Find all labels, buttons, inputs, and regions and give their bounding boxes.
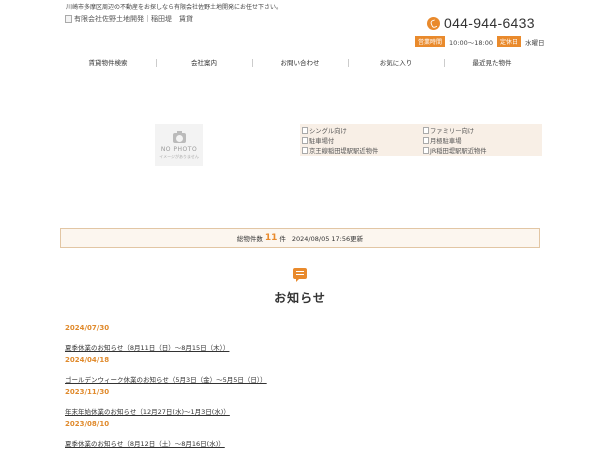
property-count: 11 [264, 233, 278, 243]
hours-label-badge: 営業時間 [415, 36, 446, 47]
site-logo[interactable]: 有限会社佐野土地開発｜稲田堤 賃貸 [65, 14, 193, 24]
news-date: 2023/11/30 [65, 388, 110, 396]
news-link[interactable]: ゴールデンウィーク休業のお知らせ（5月3日（金）～5月5日（日）） [65, 375, 267, 386]
no-photo-subtitle: イメージがありません [159, 154, 199, 159]
news-link[interactable]: 夏季休業のお知らせ（8月12日（土）～8月16日(水)） [65, 439, 225, 450]
speech-bubble-icon [293, 268, 307, 282]
category-label: 月極駐車場 [430, 137, 462, 145]
news-link[interactable]: 夏季休業のお知らせ（8月11日（日）～8月15日（木）） [65, 343, 229, 354]
site-tagline: 川崎市多摩区周辺の不動産をお探しなら有限会社佐野土地開発にお任せ下さい。 [66, 4, 283, 11]
broken-image-icon [423, 126, 429, 134]
broken-image-icon [423, 146, 429, 154]
news-date: 2023/08/10 [65, 420, 110, 428]
broken-image-icon [65, 15, 72, 23]
category-label: 駐車場付 [309, 137, 335, 145]
news-date: 2024/04/18 [65, 356, 110, 364]
updated-timestamp: 2024/08/05 17:56更新 [291, 235, 364, 243]
nav-item-favorites[interactable]: お気に入り [348, 55, 444, 71]
broken-image-icon [302, 146, 308, 154]
news-date: 2024/07/30 [65, 324, 110, 332]
broken-image-icon [423, 136, 429, 144]
nav-item-recently-viewed[interactable]: 最近見た物件 [444, 55, 540, 71]
nav-item-company[interactable]: 会社案内 [156, 55, 252, 71]
news-item: 2024/07/30 夏季休業のお知らせ（8月11日（日）～8月15日（木）） [65, 322, 535, 354]
no-photo-title: NO PHOTO [160, 146, 198, 153]
category-label: シングル向け [309, 127, 347, 135]
nav-item-rental-search[interactable]: 賃貸物件検索 [60, 55, 156, 71]
property-count-bar: 総物件数 11 件 2024/08/05 17:56更新 [60, 228, 540, 248]
category-label: 京王線稲田堤駅駅近物件 [309, 147, 379, 155]
news-heading: お知らせ [274, 291, 326, 305]
phone-number[interactable]: 044-944-6433 [444, 15, 535, 31]
holiday-value: 水曜日 [525, 38, 545, 47]
no-photo-placeholder: NO PHOTO イメージがありません [155, 124, 203, 166]
category-links: シングル向け ファミリー向け 駐車場付 月極駐車場 京王線稲田堤駅駅近物件 JR… [300, 124, 542, 156]
phone-icon [427, 16, 440, 30]
holiday-label-badge: 定休日 [496, 36, 521, 47]
category-label: JR稲田堤駅駅近物件 [430, 147, 487, 155]
broken-image-icon [302, 126, 308, 134]
global-nav: 賃貸物件検索 会社案内 お問い合わせ お気に入り 最近見た物件 [60, 55, 540, 71]
hours-value: 10:00～18:00 [449, 38, 493, 47]
camera-icon [172, 131, 186, 143]
logo-alt-text: 有限会社佐野土地開発｜稲田堤 賃貸 [74, 15, 193, 23]
news-item: 2023/11/30 年末年始休業のお知らせ（12月27日(水)～1月3日(水)… [65, 386, 535, 418]
category-link-single[interactable]: シングル向け [302, 125, 419, 135]
news-item: 2024/04/18 ゴールデンウィーク休業のお知らせ（5月3日（金）～5月5日… [65, 354, 535, 386]
count-suffix: 件 [279, 235, 286, 243]
category-label: ファミリー向け [430, 127, 475, 135]
category-link-monthly-parking[interactable]: 月極駐車場 [423, 135, 540, 145]
category-link-keio-station[interactable]: 京王線稲田堤駅駅近物件 [302, 145, 419, 155]
phone-contact[interactable]: 044-944-6433 [427, 15, 535, 31]
nav-item-contact[interactable]: お問い合わせ [252, 55, 348, 71]
news-list: 2024/07/30 夏季休業のお知らせ（8月11日（日）～8月15日（木）） … [65, 322, 535, 450]
broken-image-icon [302, 136, 308, 144]
category-link-jr-station[interactable]: JR稲田堤駅駅近物件 [423, 145, 540, 155]
business-hours: 営業時間 10:00～18:00 定休日 水曜日 [415, 36, 549, 47]
news-item: 2023/08/10 夏季休業のお知らせ（8月12日（土）～8月16日(水)） [65, 418, 535, 450]
count-prefix: 総物件数 [236, 235, 263, 243]
category-link-parking-included[interactable]: 駐車場付 [302, 135, 419, 145]
category-link-family[interactable]: ファミリー向け [423, 125, 540, 135]
news-link[interactable]: 年末年始休業のお知らせ（12月27日(水)～1月3日(水)） [65, 407, 230, 418]
